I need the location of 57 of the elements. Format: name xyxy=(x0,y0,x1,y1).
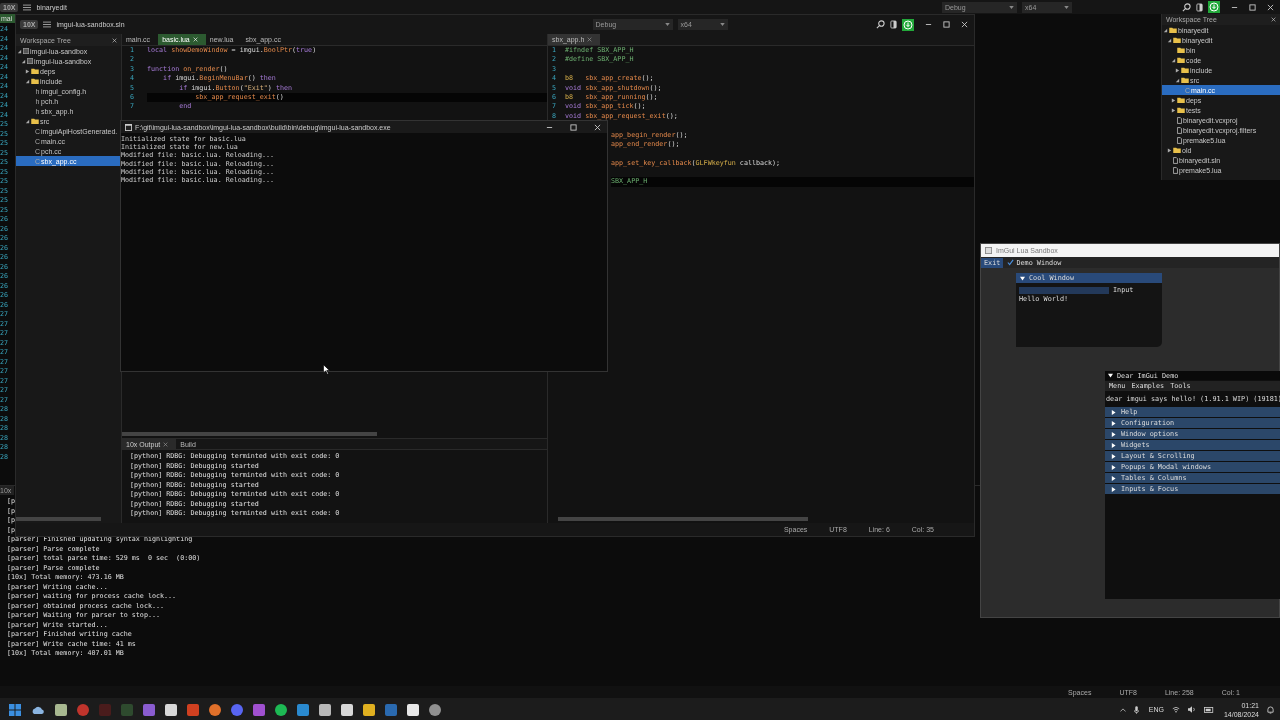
start-icon[interactable] xyxy=(9,703,21,716)
caret-icon xyxy=(1009,5,1014,9)
app-icon[interactable] xyxy=(55,703,67,716)
expanded-arrow-icon[interactable] xyxy=(1108,373,1113,378)
cloud-icon[interactable] xyxy=(31,704,45,715)
collapsed-arrow-icon[interactable] xyxy=(25,68,30,74)
close-icon[interactable] xyxy=(1267,3,1274,11)
search-icon[interactable] xyxy=(1182,2,1191,12)
menu-icon[interactable] xyxy=(43,21,52,28)
battery-icon[interactable] xyxy=(1203,706,1214,713)
expanded-arrow-icon[interactable] xyxy=(25,118,30,124)
close-icon[interactable] xyxy=(594,123,601,131)
collapsed-arrow-icon[interactable] xyxy=(1171,97,1176,103)
close-icon[interactable] xyxy=(961,21,968,28)
close-icon[interactable] xyxy=(1271,17,1276,22)
panel-icon[interactable] xyxy=(1196,2,1203,12)
collapsed-arrow-icon[interactable] xyxy=(1175,67,1180,73)
horizontal-scrollbar[interactable] xyxy=(122,432,377,436)
minimize-icon[interactable] xyxy=(925,21,932,28)
app-icon[interactable] xyxy=(363,703,375,716)
search-icon[interactable] xyxy=(876,20,885,29)
expanded-arrow-icon[interactable] xyxy=(17,48,22,54)
expanded-arrow-icon[interactable] xyxy=(1167,37,1172,43)
panel-icon[interactable] xyxy=(890,20,897,29)
close-icon[interactable] xyxy=(112,37,117,43)
microphone-icon[interactable] xyxy=(1133,705,1139,714)
menu-icon[interactable] xyxy=(23,3,32,11)
expanded-arrow-icon[interactable] xyxy=(25,78,30,84)
app-icon[interactable] xyxy=(319,703,331,716)
caret-icon xyxy=(1064,5,1069,9)
app-icon[interactable] xyxy=(407,703,419,716)
app-icon[interactable] xyxy=(275,703,287,716)
folder-icon xyxy=(31,118,39,124)
folder-icon xyxy=(1173,147,1181,153)
input-field[interactable] xyxy=(1019,286,1109,294)
caret-icon xyxy=(719,23,725,26)
horizontal-scrollbar[interactable] xyxy=(558,517,808,521)
maximize-icon[interactable] xyxy=(570,123,577,131)
collapsed-arrow-icon[interactable] xyxy=(1167,147,1172,153)
app-icon xyxy=(985,247,992,254)
app-icon[interactable] xyxy=(165,703,177,716)
expanded-arrow-icon[interactable] xyxy=(1171,57,1176,63)
chevron-up-icon[interactable] xyxy=(1119,707,1126,712)
maximize-icon[interactable] xyxy=(943,21,950,28)
expanded-arrow-icon[interactable] xyxy=(21,58,26,64)
horizontal-scrollbar[interactable] xyxy=(16,517,101,521)
speaker-icon[interactable] xyxy=(1187,706,1196,713)
bell-icon[interactable] xyxy=(1267,705,1274,714)
maximize-icon[interactable] xyxy=(1249,3,1256,11)
expanded-arrow-icon[interactable] xyxy=(1020,275,1025,281)
expanded-arrow-icon[interactable] xyxy=(1163,27,1168,33)
expanded-arrow-icon[interactable] xyxy=(1175,77,1180,83)
download-icon[interactable] xyxy=(902,18,914,31)
wifi-icon[interactable] xyxy=(1171,706,1180,713)
app-icon[interactable] xyxy=(341,703,353,716)
caret-icon xyxy=(664,23,670,26)
collapsed-arrow-icon[interactable] xyxy=(1171,107,1176,113)
